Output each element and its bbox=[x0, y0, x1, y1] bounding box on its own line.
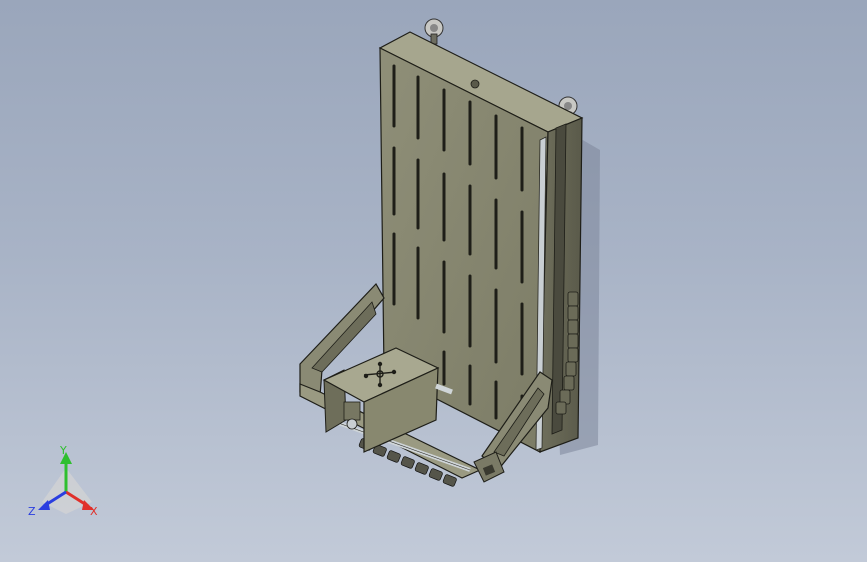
y-axis-label: Y bbox=[59, 446, 67, 457]
triad-graphic: Y X Z bbox=[28, 444, 98, 518]
x-axis-label: X bbox=[90, 505, 98, 518]
top-hole bbox=[470, 79, 480, 89]
orientation-triad[interactable]: Y X Z bbox=[22, 444, 112, 526]
cad-viewport[interactable]: Y X Z bbox=[0, 0, 867, 562]
z-axis-label: Z bbox=[28, 505, 36, 518]
3d-model-assembly[interactable] bbox=[0, 0, 867, 562]
